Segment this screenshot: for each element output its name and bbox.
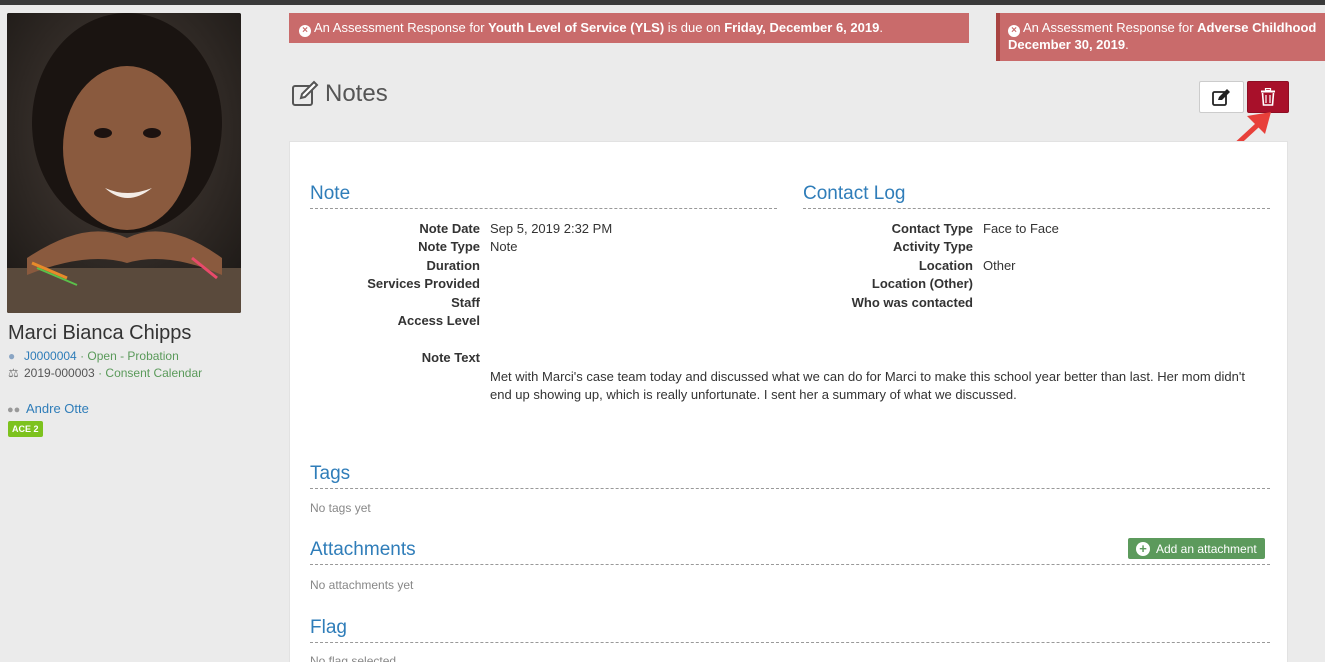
alert-text: is due on [664,20,725,35]
field-label: Location [918,258,973,273]
close-circle-icon[interactable]: × [1008,25,1020,37]
trash-icon [1261,88,1275,106]
case-info: ● J0000004 · Open - Probation [8,348,179,364]
contact-log-title: Contact Log [803,183,1270,209]
officer-name: Andre Otte [26,401,89,416]
field-label: Who was contacted [851,295,973,310]
alert-text: An Assessment Response for [314,20,489,35]
user-icon: ● [8,349,16,363]
alert-due-date: December 30, 2019 [1008,37,1126,52]
alert-yls: × An Assessment Response for Youth Level … [289,13,969,43]
field-label: Note Type [418,239,480,254]
field-value: Other [983,258,1016,273]
add-attachment-label: Add an attachment [1156,541,1257,556]
alert-ace: × An Assessment Response for Adverse Chil… [996,13,1325,61]
note-text: Met with Marci's case team today and dis… [490,369,1245,402]
note-panel: Note Note Date Sep 5, 2019 2:32 PM Note … [289,141,1288,662]
field-label: Location (Other) [871,276,973,291]
flag-title: Flag [310,617,1270,643]
page-title-text: Notes [325,80,388,107]
field-label: Note Date [419,221,480,236]
attachments-title: Attachments [310,539,1270,565]
note-text-label: Note Text [421,350,480,365]
tags-title: Tags [310,463,1270,489]
field-label: Activity Type [893,239,973,254]
field-label: Services Provided [367,276,480,291]
top-bar [0,0,1325,5]
client-name: Marci Bianca Chipps [8,322,192,344]
page-title: Notes [291,80,388,108]
alert-text: . [879,20,883,35]
alert-assessment: Adverse Childhood [1197,20,1317,35]
alert-text: . [1125,37,1129,52]
attachments-empty: No attachments yet [310,578,414,592]
case-status: · Open - Probation [80,349,179,363]
close-circle-icon[interactable]: × [299,25,311,37]
ace-badge: ACE 2 [8,421,43,437]
edit-icon [1211,89,1230,106]
case-id-link[interactable]: J0000004 [24,349,77,363]
plus-circle-icon: + [1136,541,1150,556]
court-info: ⚖ 2019-000003 · Consent Calendar [8,365,202,381]
add-attachment-button[interactable]: + Add an attachment [1128,538,1265,559]
edit-icon [292,80,319,106]
alert-assessment: Youth Level of Service (YLS) [488,20,665,35]
field-value: Note [490,239,518,254]
field-label: Duration [426,258,480,273]
scales-icon: ⚖ [8,366,19,380]
alert-due-date: Friday, December 6, 2019 [724,20,880,35]
flag-empty: No flag selected [310,654,397,662]
field-label: Staff [451,295,480,310]
tags-empty: No tags yet [310,501,371,515]
field-label: Access Level [397,313,480,328]
note-section-title: Note [310,183,777,209]
profile-photo [7,13,241,313]
users-icon: ●● [7,404,21,416]
court-id: 2019-000003 [24,366,95,380]
alert-text: An Assessment Response for [1023,20,1198,35]
court-calendar: · Consent Calendar [98,366,203,380]
officer-link[interactable]: ●● Andre Otte [7,401,89,416]
field-value: Sep 5, 2019 2:32 PM [490,221,613,236]
field-label: Contact Type [891,221,973,236]
field-value: Face to Face [983,221,1059,236]
